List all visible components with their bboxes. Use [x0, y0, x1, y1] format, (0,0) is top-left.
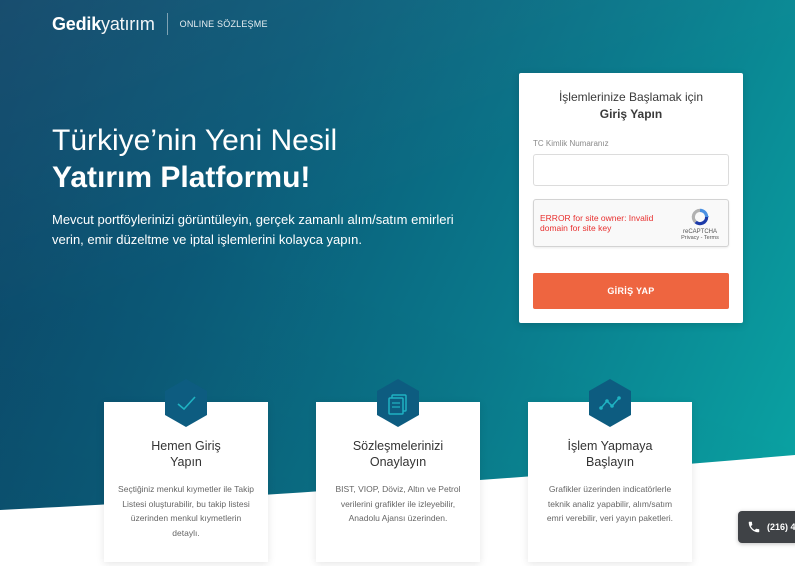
feature-card-login: Hemen Giriş Yapın Seçtiğiniz menkul kıym… [104, 379, 268, 562]
phone-number-text: (216) 4 [767, 522, 795, 532]
feature-title: İşlem Yapmaya Başlayın [528, 438, 692, 470]
site-header: Gedik yatırım ONLINE SÖZLEŞME [52, 12, 268, 36]
login-heading: İşlemlerinize Başlamak için Giriş Yapın [519, 89, 743, 123]
logo-bold-text: Gedik [52, 13, 102, 34]
recaptcha-logo: reCAPTCHA Privacy - Terms [678, 206, 722, 241]
recaptcha-privacy-terms[interactable]: Privacy - Terms [678, 235, 722, 241]
login-heading-line1: İşlemlerinize Başlamak için [558, 90, 704, 104]
feature-title-line2: Yapın [170, 455, 202, 469]
feature-card-trading: İşlem Yapmaya Başlayın Grafikler üzerind… [528, 379, 692, 562]
login-card: İşlemlerinize Başlamak için Giriş Yapın … [519, 73, 743, 323]
feature-title: Sözleşmelerinizi Onaylayın [316, 438, 480, 470]
feature-description: Seçtiğiniz menkul kıymetler ile Takip Li… [118, 484, 254, 538]
login-submit-button[interactable]: GİRİŞ YAP [533, 273, 729, 309]
check-icon [165, 379, 207, 427]
feature-description: BIST, VIOP, Döviz, Altın ve Petrol veril… [335, 484, 461, 523]
feature-title-line1: Sözleşmelerinizi [352, 439, 444, 453]
feature-title: Hemen Giriş Yapın [104, 438, 268, 470]
header-subtitle: ONLINE SÖZLEŞME [179, 19, 268, 29]
gedik-logo[interactable]: Gedik yatırım [52, 14, 155, 35]
phone-contact-button[interactable]: (216) 4 [738, 511, 795, 543]
tc-kimlik-input[interactable] [533, 154, 729, 186]
logo-light-text: yatırım [101, 13, 155, 34]
hero-title: Türkiye’nin Yeni Nesil Yatırım Platformu… [52, 122, 472, 196]
feature-title-line2: Onaylayın [369, 455, 427, 469]
header-divider [166, 13, 168, 35]
phone-icon [748, 521, 760, 533]
feature-card-contracts: Sözleşmelerinizi Onaylayın BIST, VIOP, D… [316, 379, 480, 562]
recaptcha-icon [691, 208, 710, 226]
feature-title-line1: Hemen Giriş [151, 439, 221, 453]
hero-description: Mevcut portföylerinizi görüntüleyin, ger… [52, 212, 454, 247]
recaptcha-widget[interactable]: ERROR for site owner: Invalid domain for… [533, 199, 729, 247]
hero-title-line2: Yatırım Platformu! [52, 161, 311, 194]
document-icon [377, 379, 419, 427]
tc-kimlik-label: TC Kimlik Numaranız [533, 139, 609, 148]
feature-title-line1: İşlem Yapmaya [567, 439, 653, 453]
chart-line-icon [589, 379, 631, 427]
login-heading-line2: Giriş Yapın [599, 107, 663, 121]
recaptcha-error-text: ERROR for site owner: Invalid domain for… [540, 213, 654, 233]
feature-description: Grafikler üzerinden indicatörlerle tekni… [546, 484, 674, 523]
hero-title-line1: Türkiye’nin Yeni Nesil [52, 124, 338, 157]
feature-title-line2: Başlayın [586, 455, 634, 469]
